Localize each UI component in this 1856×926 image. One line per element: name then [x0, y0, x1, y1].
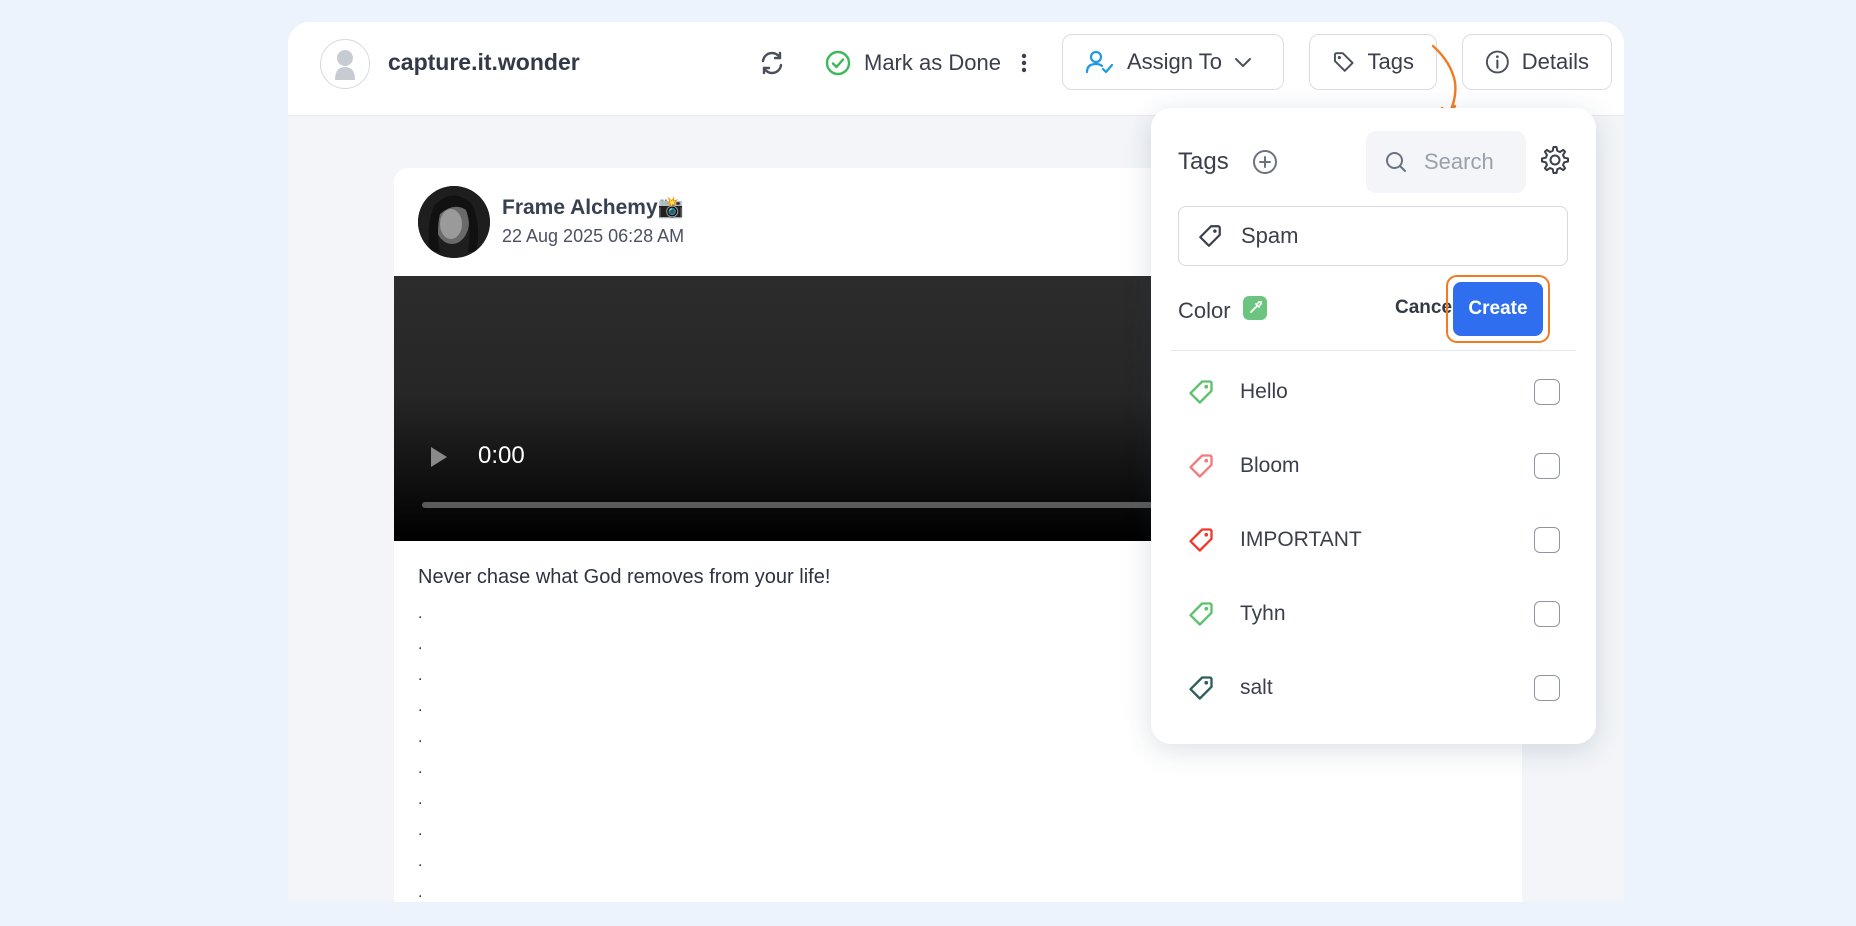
caption-dot: . — [418, 791, 423, 808]
color-picker-swatch[interactable] — [1243, 296, 1267, 320]
refresh-icon — [761, 51, 783, 75]
divider — [1171, 350, 1576, 351]
post-author: Frame Alchemy📸 — [502, 196, 684, 219]
tags-button[interactable]: Tags — [1309, 34, 1437, 90]
more-options-button[interactable] — [1014, 46, 1034, 80]
caption-dot: . — [418, 822, 423, 839]
user-silhouette-icon — [335, 50, 355, 80]
tag-checkbox[interactable] — [1534, 379, 1560, 405]
tag-item-bloom[interactable]: Bloom — [1171, 428, 1576, 502]
tag-name: salt — [1240, 676, 1273, 699]
video-time: 0:00 — [478, 442, 525, 469]
tag-checkbox[interactable] — [1534, 527, 1560, 553]
account-name: capture.it.wonder — [388, 49, 580, 75]
tag-search-box — [1366, 131, 1526, 193]
tag-name: Tyhn — [1240, 602, 1286, 625]
check-circle-icon — [825, 50, 851, 76]
color-label: Color — [1178, 298, 1231, 323]
tag-icon — [1189, 380, 1213, 404]
caption-dot: . — [418, 636, 423, 653]
info-icon — [1485, 50, 1509, 74]
new-tag-field — [1178, 206, 1568, 266]
caption-dot: . — [418, 884, 423, 901]
tag-icon — [1333, 52, 1354, 72]
tags-label: Tags — [1367, 49, 1414, 74]
tag-icon — [1189, 602, 1213, 626]
post-date: 22 Aug 2025 06:28 AM — [502, 226, 685, 246]
tag-checkbox[interactable] — [1534, 675, 1560, 701]
tags-popover-title: Tags — [1178, 148, 1229, 175]
cancel-button[interactable]: Cancel — [1395, 288, 1457, 328]
gear-icon[interactable] — [1538, 144, 1570, 176]
caption-dot: . — [418, 729, 423, 746]
play-icon[interactable] — [428, 444, 450, 470]
details-label: Details — [1521, 49, 1589, 74]
caption-dot: . — [418, 853, 423, 870]
tag-name: IMPORTANT — [1240, 528, 1362, 551]
tag-icon — [1189, 676, 1213, 700]
assign-to-label: Assign To — [1127, 49, 1222, 74]
mark-as-done-label: Mark as Done — [864, 50, 1001, 75]
tag-item-tyhn[interactable]: Tyhn — [1171, 576, 1576, 650]
search-icon — [1386, 152, 1406, 172]
refresh-button[interactable] — [755, 46, 789, 80]
caption-dot: . — [418, 760, 423, 777]
caption-dot: . — [418, 667, 423, 684]
add-tag-icon[interactable] — [1251, 148, 1279, 176]
assign-to-dropdown[interactable]: Assign To — [1062, 34, 1284, 90]
eyedropper-icon — [1250, 301, 1262, 313]
new-tag-name-input[interactable] — [1239, 222, 1543, 250]
tags-popover: Tags Color Cancel Create — [1151, 108, 1596, 744]
caption-dot: . — [418, 698, 423, 715]
tag-search-input[interactable] — [1422, 148, 1526, 176]
tag-icon — [1189, 454, 1213, 478]
details-button[interactable]: Details — [1462, 34, 1612, 90]
tag-list: Hello Bloom IMPORTANT Tyhn salt — [1171, 354, 1576, 724]
create-button[interactable]: Create — [1453, 282, 1543, 336]
mark-as-done-button[interactable]: Mark as Done — [824, 46, 1001, 80]
conversation-header: capture.it.wonder Mark as Done Assign To… — [288, 22, 1624, 116]
tag-name: Bloom — [1240, 454, 1300, 477]
portrait-photo — [418, 186, 490, 258]
post-caption: Never chase what God removes from your l… — [418, 566, 831, 588]
tag-icon — [1199, 225, 1221, 247]
caption-dots: . . . . . . . . . . — [418, 598, 422, 902]
caption-dot: . — [418, 605, 423, 622]
account-avatar — [320, 39, 370, 89]
tag-checkbox[interactable] — [1534, 453, 1560, 479]
tag-checkbox[interactable] — [1534, 601, 1560, 627]
chevron-down-icon — [1234, 58, 1251, 67]
tag-icon — [1189, 528, 1213, 552]
tag-item-important[interactable]: IMPORTANT — [1171, 502, 1576, 576]
tag-item-salt[interactable]: salt — [1171, 650, 1576, 724]
author-avatar — [418, 186, 490, 258]
more-vertical-icon — [1021, 53, 1027, 73]
tag-name: Hello — [1240, 380, 1288, 403]
user-check-icon — [1085, 50, 1114, 74]
tag-item-hello[interactable]: Hello — [1171, 354, 1576, 428]
